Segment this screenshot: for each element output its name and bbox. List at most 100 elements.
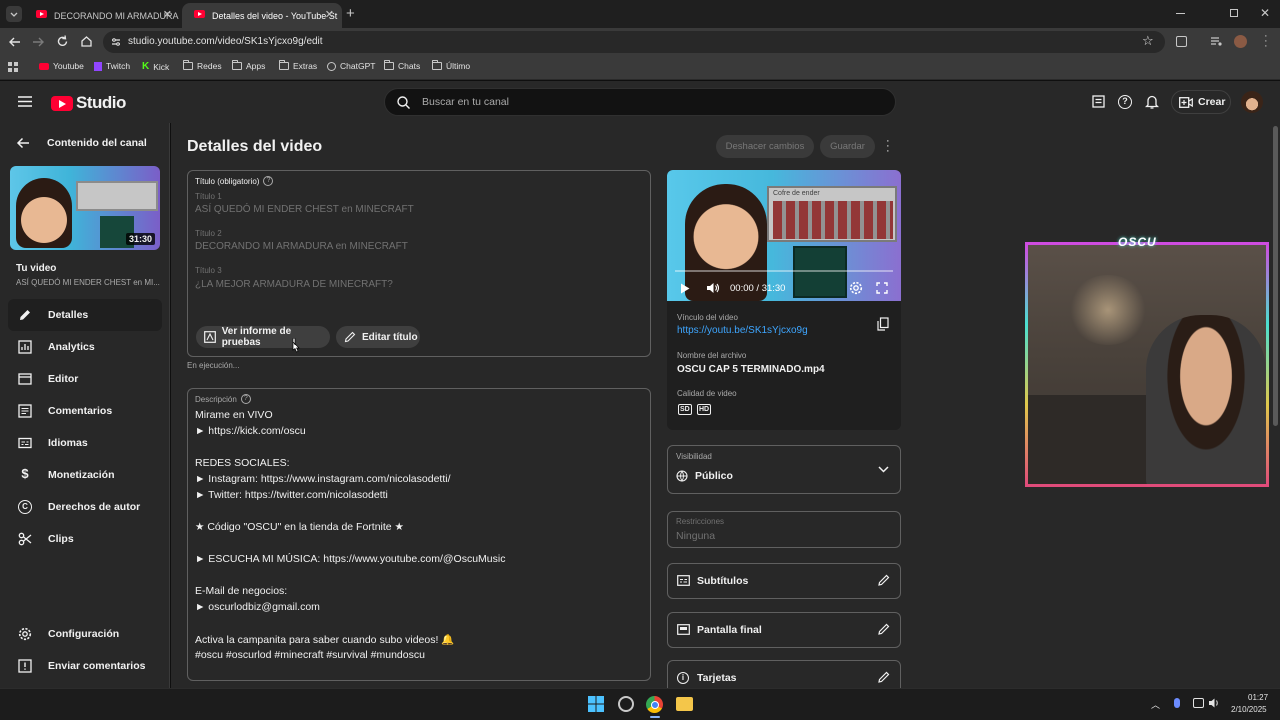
bookmark-chats[interactable]: Chats xyxy=(384,60,420,71)
save-button[interactable]: Guardar xyxy=(820,135,875,158)
progress-bar[interactable] xyxy=(675,270,893,272)
taskbar-app-icon[interactable] xyxy=(618,696,634,712)
minimize-icon[interactable] xyxy=(1176,13,1185,14)
home-icon[interactable] xyxy=(80,35,93,48)
volume-icon[interactable] xyxy=(706,282,720,294)
pencil-icon[interactable] xyxy=(877,573,891,587)
sidebar-item-clips[interactable]: Clips xyxy=(8,523,162,555)
sidebar-item-enviar-comentarios[interactable]: Enviar comentarios xyxy=(8,650,162,682)
pencil-icon[interactable] xyxy=(877,622,891,636)
play-icon[interactable] xyxy=(680,283,690,294)
search-input[interactable]: Buscar en tu canal xyxy=(384,88,896,116)
bookmark-apps[interactable]: Apps xyxy=(232,60,265,71)
bookmark-ultimo[interactable]: Último xyxy=(432,60,470,71)
sidebar-item-analytics[interactable]: Analytics xyxy=(8,331,162,363)
speaker-icon[interactable] xyxy=(1208,697,1220,709)
tab-decorando[interactable]: DECORANDO MI ARMADURA e ✕ xyxy=(24,3,180,28)
windows-start-icon[interactable] xyxy=(588,696,604,712)
video-info-card: Cofre de ender 00:00 / 31:30 Vínculo del… xyxy=(667,170,901,430)
view-test-report-button[interactable]: Ver informe de pruebas xyxy=(196,326,330,348)
title-3-value[interactable]: ¿LA MEJOR ARMADURA DE MINECRAFT? xyxy=(195,279,393,290)
youtube-favicon-icon xyxy=(36,10,47,18)
description-line: #oscu #oscurlod #minecraft #survival #mu… xyxy=(195,649,425,661)
restore-icon[interactable] xyxy=(1230,9,1238,17)
bookmark-chatgpt[interactable]: ChatGPT xyxy=(327,61,375,71)
tab-detalles[interactable]: Detalles del video - YouTube St ✕ xyxy=(182,3,342,28)
back-to-content-link[interactable]: Contenido del canal xyxy=(16,137,147,149)
bookmark-redes[interactable]: Redes xyxy=(183,60,222,71)
microphone-icon[interactable] xyxy=(1174,698,1180,708)
chrome-taskbar-icon[interactable] xyxy=(646,696,663,713)
extensions-icon[interactable] xyxy=(1176,36,1187,47)
copyright-icon: C xyxy=(18,500,32,514)
tab-search-icon[interactable] xyxy=(6,6,22,22)
create-button[interactable]: Crear xyxy=(1171,90,1231,114)
close-icon[interactable]: ✕ xyxy=(163,8,172,21)
more-options-icon[interactable]: · · · xyxy=(886,136,890,157)
hamburger-menu-icon[interactable] xyxy=(18,96,32,107)
test-report-icon xyxy=(204,331,216,343)
video-link[interactable]: https://youtu.be/SK1sYjcxo9g xyxy=(677,325,808,336)
description-line: ► Twitter: https://twitter.com/nicolasod… xyxy=(195,489,388,501)
notifications-bell-icon[interactable] xyxy=(1145,94,1159,109)
pencil-icon[interactable] xyxy=(877,670,891,684)
restrictions-field[interactable]: Restricciones Ninguna xyxy=(667,511,901,548)
bookmark-extras[interactable]: Extras xyxy=(279,60,317,71)
title-1-value[interactable]: ASÍ QUEDÓ MI ENDER CHEST en MINECRAFT xyxy=(195,204,414,215)
studio-logo[interactable]: Studio xyxy=(51,93,126,113)
bookmark-kick[interactable]: K Kick xyxy=(142,61,169,72)
feedback-icon xyxy=(18,659,32,673)
folder-icon xyxy=(279,60,289,70)
forward-arrow-icon[interactable] xyxy=(32,36,45,48)
title-1-label: Título 1 xyxy=(195,192,222,201)
undo-changes-button[interactable]: Deshacer cambios xyxy=(716,135,814,158)
bookmark-star-icon[interactable]: ☆ xyxy=(1142,33,1154,49)
bookmark-twitch[interactable]: Twitch xyxy=(94,61,130,71)
help-circle-icon[interactable]: ? xyxy=(240,394,251,404)
video-thumbnail[interactable]: 31:30 xyxy=(10,166,160,250)
account-avatar[interactable] xyxy=(1241,91,1263,113)
help-icon[interactable]: ? xyxy=(1118,95,1132,109)
close-icon[interactable]: ✕ xyxy=(325,8,334,21)
video-preview[interactable]: Cofre de ender 00:00 / 31:30 xyxy=(667,170,901,301)
sidebar-item-detalles[interactable]: Detalles xyxy=(8,299,162,331)
more-menu-icon[interactable]: · · · xyxy=(1264,31,1268,52)
sidebar-item-derechos[interactable]: C Derechos de autor xyxy=(8,491,162,523)
restrictions-value: Ninguna xyxy=(676,530,716,542)
close-window-icon[interactable]: ✕ xyxy=(1260,6,1270,20)
help-circle-icon[interactable]: ? xyxy=(263,176,274,186)
apps-grid-icon[interactable] xyxy=(8,62,18,72)
new-tab-icon[interactable]: + xyxy=(346,5,355,22)
media-controls-icon[interactable] xyxy=(1210,36,1223,47)
kick-icon: K xyxy=(142,61,150,72)
editor-icon xyxy=(18,373,32,385)
title-2-value[interactable]: DECORANDO MI ARMADURA en MINECRAFT xyxy=(195,241,408,252)
reload-icon[interactable] xyxy=(56,35,69,48)
edit-title-button[interactable]: Editar título xyxy=(336,326,420,348)
network-icon[interactable] xyxy=(1193,698,1204,708)
messages-icon[interactable] xyxy=(1092,95,1105,108)
settings-gear-icon[interactable] xyxy=(849,281,863,295)
sidebar-item-monetizacion[interactable]: $ Monetización xyxy=(8,459,162,491)
back-arrow-icon[interactable] xyxy=(8,36,21,48)
sidebar-item-idiomas[interactable]: Idiomas xyxy=(8,427,162,459)
sidebar-item-editor[interactable]: Editor xyxy=(8,363,162,395)
scissors-icon xyxy=(18,532,32,546)
file-explorer-icon[interactable] xyxy=(676,697,693,711)
site-info-icon[interactable] xyxy=(111,37,121,47)
fullscreen-icon[interactable] xyxy=(876,282,888,294)
address-bar[interactable]: studio.youtube.com/video/SK1sYjcxo9g/edi… xyxy=(103,31,1165,53)
subtitles-card[interactable]: Subtítulos xyxy=(667,563,901,599)
description-line: ► https://kick.com/oscu xyxy=(195,425,306,437)
sidebar-item-configuracion[interactable]: Configuración xyxy=(8,618,162,650)
sidebar-item-comentarios[interactable]: Comentarios xyxy=(8,395,162,427)
tray-chevron-icon[interactable]: ︿ xyxy=(1151,698,1160,711)
thumbnail-duration: 31:30 xyxy=(125,233,155,245)
end-screen-card[interactable]: Pantalla final xyxy=(667,612,901,648)
bookmark-youtube[interactable]: Youtube xyxy=(39,61,84,71)
copy-icon[interactable] xyxy=(877,317,889,331)
description-line: Activa la campanita para saber cuando su… xyxy=(195,634,455,646)
page-scrollbar[interactable] xyxy=(1273,126,1278,426)
visibility-dropdown[interactable]: Visibilidad Público xyxy=(667,445,901,494)
profile-avatar[interactable] xyxy=(1234,35,1247,48)
